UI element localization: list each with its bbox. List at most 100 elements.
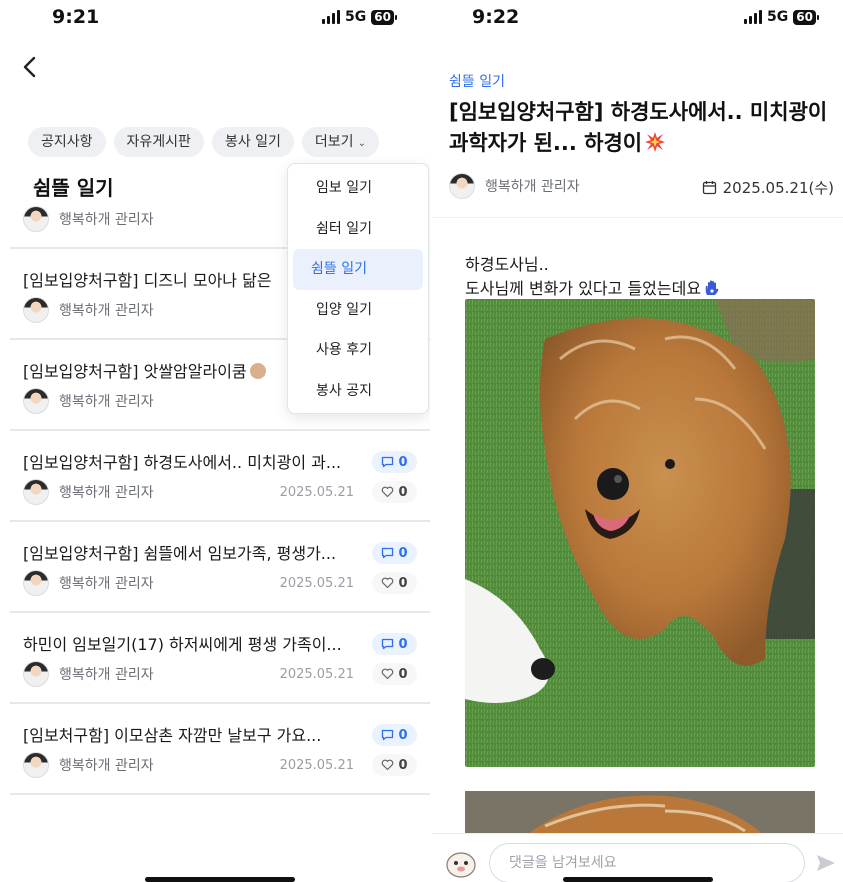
post-author: 행복하개 관리자 [23, 206, 154, 232]
comment-count: 0 [398, 636, 408, 652]
menu-item-volunteer-notice[interactable]: 봉사 공지 [293, 371, 423, 412]
status-indicators: 5G 60 [744, 9, 819, 25]
calendar-icon [702, 181, 716, 195]
list-item[interactable]: [임보처구함] 이모삼촌 자깜만 날보구 가요... 행복하개 관리자 2025… [10, 704, 430, 795]
post-date-text: 2025.05.21(수) [722, 179, 834, 197]
chip-notice[interactable]: 공지사항 [28, 127, 106, 157]
post-title-line-1: [임보입양처구함] 하경도사에서.. 미치광이 [449, 100, 828, 124]
status-indicators: 5G 60 [322, 9, 397, 25]
status-time: 9:22 [472, 6, 520, 28]
network-label: 5G [767, 9, 789, 25]
post-body-line-2: 도사님께 변화가 있다고 들었는데요 [465, 279, 702, 298]
post-title: [임보처구함] 이모삼촌 자깜만 날보구 가요... [23, 726, 322, 745]
author-name: 행복하개 관리자 [485, 179, 580, 195]
menu-item-reviews[interactable]: 사용 후기 [293, 330, 423, 371]
post-author: 행복하개 관리자 [23, 570, 154, 596]
home-indicator [563, 877, 713, 882]
post-title: [임보입양처구함] 쉼뜰에서 임보가족, 평생가... [23, 544, 337, 563]
menu-item-adoption-diary[interactable]: 입양 일기 [293, 290, 423, 331]
like-count: 0 [398, 666, 408, 682]
comment-count-badge[interactable]: 0 [372, 451, 417, 473]
list-item[interactable]: [임보입양처구함] 하경도사에서.. 미치광이 과... 행복하개 관리자 20… [10, 431, 430, 522]
signal-icon [744, 10, 762, 24]
avatar [23, 206, 49, 232]
chip-more-label: 더보기 [314, 134, 354, 150]
post-body-line-2-wrap: 도사님께 변화가 있다고 들었는데요 [465, 277, 721, 301]
post-date: 2025.05.21 [279, 758, 354, 773]
like-count: 0 [398, 575, 408, 591]
collision-emoji-icon [645, 132, 666, 152]
comment-count-badge[interactable]: 0 [372, 724, 417, 746]
menu-item-swimtteul-diary[interactable]: 쉼뜰 일기 [293, 249, 423, 290]
chevron-down-icon: ⌄ [357, 138, 366, 149]
avatar [23, 479, 49, 505]
hamsa-hand-emoji-icon [705, 280, 719, 295]
heart-icon [382, 668, 394, 680]
avatar [23, 388, 49, 414]
post-date: 2025.05.21(수) [702, 177, 834, 198]
comment-count-badge[interactable]: 0 [372, 542, 417, 564]
post-author[interactable]: 행복하개 관리자 [449, 173, 580, 199]
list-item[interactable]: [임보입양처구함] 쉼뜰에서 임보가족, 평생가... 행복하개 관리자 202… [10, 522, 430, 613]
commenter-avatar-icon [446, 852, 476, 878]
post-author: 행복하개 관리자 [23, 752, 154, 778]
author-name: 행복하개 관리자 [59, 758, 154, 774]
home-indicator [145, 877, 295, 882]
author-name: 행복하개 관리자 [59, 667, 154, 683]
signal-icon [322, 10, 340, 24]
comment-icon [382, 729, 394, 741]
post-date: 2025.05.21 [279, 667, 354, 682]
post-date: 2025.05.21 [279, 576, 354, 591]
post-title-line-2: 과학자가 된... 하경이 [449, 131, 643, 155]
status-bar: 9:22 5G 60 [432, 0, 843, 40]
like-count-badge[interactable]: 0 [372, 754, 417, 776]
face-emoji-icon [249, 363, 266, 379]
back-arrow-icon[interactable] [18, 52, 42, 82]
comment-icon [382, 638, 394, 650]
heart-icon [382, 486, 394, 498]
author-name: 행복하개 관리자 [59, 576, 154, 592]
author-name: 행복하개 관리자 [59, 303, 154, 319]
author-name: 행복하개 관리자 [59, 485, 154, 501]
dog-photo[interactable] [465, 299, 815, 767]
comment-icon [382, 547, 394, 559]
chip-volunteer-diary[interactable]: 봉사 일기 [211, 127, 294, 157]
heart-icon [382, 577, 394, 589]
like-count: 0 [398, 757, 408, 773]
send-icon[interactable] [815, 852, 837, 874]
list-item[interactable]: 하민이 임보일기(17) 하저씨에게 평생 가족이... 행복하개 관리자 20… [10, 613, 430, 704]
like-count-badge[interactable]: 0 [372, 481, 417, 503]
comment-bar [432, 833, 843, 882]
battery-icon: 60 [371, 9, 397, 25]
post-category[interactable]: 쉼뜰 일기 [449, 71, 505, 91]
network-label: 5G [345, 9, 367, 25]
post-author: 행복하개 관리자 [23, 479, 154, 505]
post-author: 행복하개 관리자 [23, 297, 154, 323]
divider [432, 217, 843, 218]
like-count: 0 [398, 484, 408, 500]
dog-photo-2[interactable] [465, 791, 815, 836]
comment-count: 0 [398, 727, 408, 743]
author-name: 행복하개 관리자 [59, 212, 154, 228]
post-body: 하경도사님.. 도사님께 변화가 있다고 들었는데요 [465, 253, 721, 301]
battery-icon: 60 [793, 9, 819, 25]
post-author: 행복하개 관리자 [23, 388, 154, 414]
avatar [23, 661, 49, 687]
chip-free-board[interactable]: 자유게시판 [113, 127, 204, 157]
author-name: 행복하개 관리자 [59, 394, 154, 410]
comment-icon [382, 456, 394, 468]
menu-item-foster-diary[interactable]: 임보 일기 [293, 168, 423, 209]
post-title: 하민이 임보일기(17) 하저씨에게 평생 가족이... [23, 635, 342, 654]
chip-more[interactable]: 더보기 ⌄ [301, 127, 379, 157]
comment-count-badge[interactable]: 0 [372, 633, 417, 655]
board-list-screen: 9:21 5G 60 공지사항 자유게시판 봉사 일기 더보기 ⌄ 쉼뜰 일기 행… [0, 0, 430, 882]
post-title: [임보입양처구함] 하경도사에서.. 미치광이 과... [23, 453, 342, 472]
post-body-line-1: 하경도사님.. [465, 255, 549, 274]
like-count-badge[interactable]: 0 [372, 572, 417, 594]
status-bar: 9:21 5G 60 [0, 0, 430, 40]
comment-count: 0 [398, 454, 408, 470]
post-title-line-2-wrap: 과학자가 된... 하경이 [449, 128, 834, 159]
menu-item-shelter-diary[interactable]: 쉼터 일기 [293, 209, 423, 250]
avatar [23, 752, 49, 778]
like-count-badge[interactable]: 0 [372, 663, 417, 685]
